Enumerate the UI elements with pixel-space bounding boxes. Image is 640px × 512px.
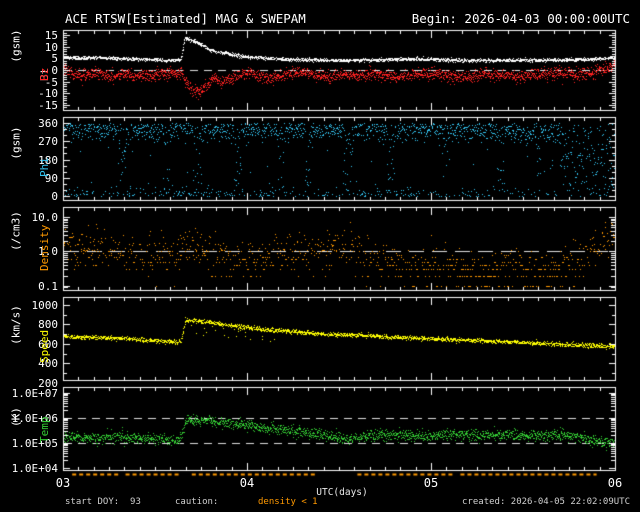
y-axis-units-bt-bz: (gsm) bbox=[9, 29, 23, 63]
y-axis-units-temp: (K) bbox=[9, 407, 23, 427]
y-axis-units-density: (/cm3) bbox=[9, 211, 23, 251]
y-axis-title-part: Bz bbox=[38, 67, 51, 81]
y-tick-label-density-0.1: 0.1 bbox=[38, 279, 58, 293]
y-axis-units-speed: (km/s) bbox=[9, 305, 23, 345]
y-axis-title-part: Temp bbox=[38, 416, 51, 444]
ace-rtsw-plot-window: ACE RTSW[Estimated] MAG & SWEPAM Begin: … bbox=[0, 0, 640, 512]
footer-created-timestamp: created: 2026-04-05 22:02:09UTC bbox=[462, 497, 630, 507]
x-tick-label-06: 06 bbox=[607, 476, 623, 490]
y-axis-title-part: Phi bbox=[38, 157, 51, 177]
footer-caution-label: caution: bbox=[175, 497, 219, 507]
x-tick-label-04: 04 bbox=[239, 476, 255, 490]
begin-timestamp: Begin: 2026-04-03 00:00:00UTC bbox=[411, 11, 630, 26]
footer-start-doy: start DOY: 93 bbox=[65, 497, 141, 507]
footer-caution-value: density < 1 bbox=[258, 497, 318, 507]
y-axis-title-part: Speed bbox=[38, 329, 51, 363]
y-tick-label-temp-1.0E+04: 1.0E+04 bbox=[11, 461, 58, 475]
x-tick-label-05: 05 bbox=[423, 476, 439, 490]
plot-canvas bbox=[0, 0, 640, 512]
y-tick-label-temp-1.0E+07: 1.0E+07 bbox=[11, 387, 58, 400]
y-axis-units-phi: (gsm) bbox=[9, 126, 23, 160]
y-axis-title-part: Density bbox=[38, 224, 51, 271]
plot-title: ACE RTSW[Estimated] MAG & SWEPAM bbox=[65, 11, 306, 26]
x-tick-label-03: 03 bbox=[55, 476, 71, 490]
y-tick-label-phi-0: 0 bbox=[51, 189, 58, 203]
y-tick-label-bt-bz--15: -15 bbox=[38, 99, 58, 113]
